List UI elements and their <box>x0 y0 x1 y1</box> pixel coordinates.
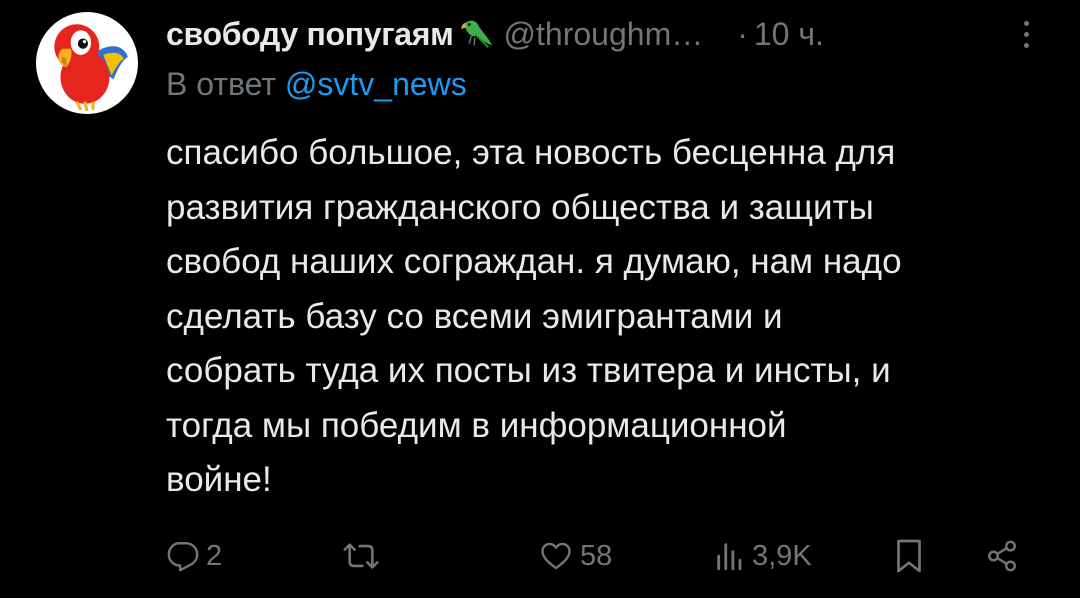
like-button[interactable]: 58 <box>538 530 612 582</box>
author-name[interactable]: свободу попугаям <box>166 16 454 53</box>
avatar[interactable] <box>36 12 138 114</box>
retweet-button[interactable] <box>342 530 386 582</box>
tweet-header: свободу попугаям @throughm… · 10 ч. <box>166 10 1040 58</box>
bookmark-button[interactable] <box>894 530 924 582</box>
reply-prefix: В ответ <box>166 66 277 102</box>
reply-context: В ответ @svtv_news <box>166 66 467 103</box>
views-count: 3,9K <box>752 539 812 572</box>
tweet-text: спасибо большое, эта новость бесценна дл… <box>166 133 902 499</box>
share-icon <box>988 540 1016 572</box>
more-icon[interactable] <box>1012 16 1040 52</box>
reply-count: 2 <box>206 539 223 572</box>
heart-icon <box>541 542 571 570</box>
reply-icon <box>167 542 199 572</box>
action-bar: 2 58 3,9K <box>166 530 1036 582</box>
views-icon <box>717 543 742 571</box>
parrot-emoji-icon <box>456 16 494 52</box>
bookmark-icon <box>897 539 921 573</box>
reply-mention-link[interactable]: @svtv_news <box>285 66 467 102</box>
tweet-time[interactable]: 10 ч. <box>754 16 824 53</box>
like-count: 58 <box>580 539 613 572</box>
views-button[interactable]: 3,9K <box>714 530 812 582</box>
reply-button[interactable]: 2 <box>166 530 222 582</box>
retweet-icon <box>343 543 379 569</box>
separator-dot: · <box>737 15 748 52</box>
share-button[interactable] <box>984 530 1020 582</box>
parrot-avatar-icon <box>54 24 128 112</box>
author-handle[interactable]: @throughm… <box>504 16 704 53</box>
